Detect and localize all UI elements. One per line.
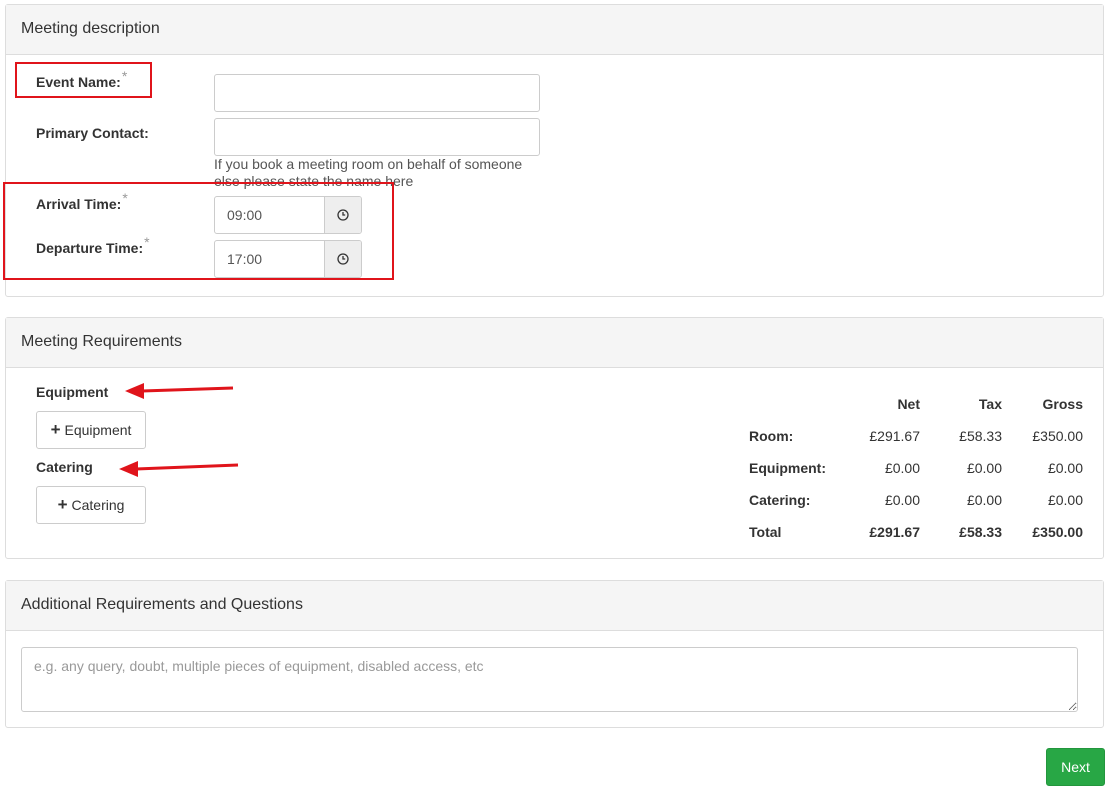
total-row: Total £291.67 £58.33 £350.00 [740,516,1083,548]
net-cell: £0.00 [884,460,920,476]
tax-cell: £58.33 [959,524,1002,540]
row-label: Catering: [749,492,811,508]
gross-cell: £350.00 [1032,524,1083,540]
net-cell: £291.67 [869,524,920,540]
plus-icon: + [50,420,61,439]
gross-cell: £350.00 [1032,428,1083,444]
tax-cell: £58.33 [959,428,1002,444]
table-header: Tax [978,396,1002,412]
annotation-arrow-equipment [125,383,234,399]
tax-cell: £0.00 [966,460,1002,476]
additional-requirements-heading: Additional Requirements and Questions [6,581,1103,631]
meeting-requirements-heading: Meeting Requirements [6,318,1103,368]
cost-summary-table: Net Tax Gross Room: £291.67 £58.33 £350.… [740,388,1083,548]
add-catering-button[interactable]: + Catering [36,486,146,524]
table-row: Room: £291.67 £58.33 £350.00 [740,420,1083,452]
add-equipment-button[interactable]: + Equipment [36,411,146,449]
meeting-description-heading: Meeting description [6,5,1103,55]
row-label: Room: [749,428,794,444]
table-header [740,388,847,420]
additional-requirements-textarea[interactable] [21,647,1078,712]
help-line-1: If you book a meeting room on behalf of … [214,156,523,172]
annotation-box-times [3,182,394,280]
net-cell: £0.00 [884,492,920,508]
table-header-row: Net Tax Gross [740,388,1083,420]
event-name-input[interactable] [214,74,540,112]
net-cell: £291.67 [869,428,920,444]
equipment-heading: Equipment [36,384,109,400]
table-header: Net [897,396,920,412]
gross-cell: £0.00 [1047,460,1083,476]
annotation-box-event-name [15,62,152,98]
gross-cell: £0.00 [1047,492,1083,508]
next-button[interactable]: Next [1046,748,1105,786]
add-equipment-label: Equipment [64,422,132,438]
table-row: Catering: £0.00 £0.00 £0.00 [740,484,1083,516]
row-label: Equipment: [749,460,826,476]
table-header: Gross [1042,396,1083,412]
tax-cell: £0.00 [966,492,1002,508]
plus-icon: + [57,495,68,514]
primary-contact-input[interactable] [214,118,540,156]
table-row: Equipment: £0.00 £0.00 £0.00 [740,452,1083,484]
primary-contact-label: Primary Contact: [36,125,149,141]
row-label: Total [749,524,782,540]
add-catering-label: Catering [71,497,125,513]
annotation-arrow-catering [119,461,239,477]
catering-heading: Catering [36,459,93,475]
